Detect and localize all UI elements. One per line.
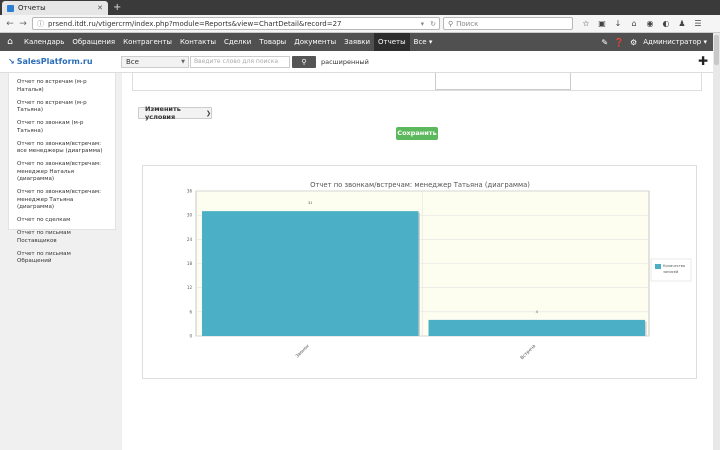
y-tick-label: 6 [189, 309, 192, 314]
global-search-input[interactable]: Введите слово для поиска [190, 56, 290, 68]
back-icon[interactable]: ← [4, 18, 16, 30]
reports-sidebar: Отчет по встречам (м-р Наталья) Отчет по… [8, 73, 116, 264]
page-scrollbar[interactable] [713, 33, 720, 450]
legend-label-line1: Количество [663, 264, 685, 268]
pencil-icon[interactable]: ✎ [601, 38, 608, 47]
menu-products[interactable]: Товары [255, 33, 290, 51]
logo[interactable]: ↘ SalesPlatform.ru [8, 57, 93, 66]
search-icon: ⚲ [301, 58, 307, 66]
browser-toolbar-icons: ☆ ▣ ↓ ⌂ ◉ ◐ ♟ ☰ [580, 18, 704, 30]
url-bar[interactable]: ⓘ prsend.itdt.ru/vtigercrm/index.php?mod… [32, 17, 440, 30]
app-toolbar: ↘ SalesPlatform.ru Все ▼ Введите слово д… [0, 51, 713, 73]
y-tick-label: 36 [187, 189, 193, 194]
search-button[interactable]: ⚲ [292, 56, 316, 68]
chevron-down-icon: ▾ [428, 38, 433, 46]
sidebar-item[interactable]: Отчет по сделкам [9, 215, 115, 227]
menu-tickets[interactable]: Обращения [68, 33, 119, 51]
reload-icon[interactable]: ↻ [430, 20, 436, 28]
user-menu[interactable]: Администратор ▾ [643, 38, 707, 46]
menu-documents[interactable]: Документы [290, 33, 340, 51]
x-category-label: Звонок [295, 343, 311, 359]
close-icon[interactable]: ✕ [97, 4, 103, 12]
browser-tab[interactable]: Отчеты ✕ [2, 1, 108, 15]
menu-contacts[interactable]: Контакты [176, 33, 220, 51]
sidebar-item[interactable]: Отчет по встречам (м-р Наталья) [9, 77, 115, 96]
browser-search-placeholder: Поиск [456, 19, 479, 28]
chevron-right-icon: ❯ [205, 109, 211, 117]
sidebar-item[interactable]: Отчет по письмам Поставщиков [9, 228, 115, 247]
bar-chart: Отчет по звонкам/встречам: менеджер Тать… [187, 181, 692, 361]
scrollbar-thumb[interactable] [714, 35, 719, 65]
module-select[interactable]: Все ▼ [121, 56, 189, 68]
info-icon: ⓘ [37, 19, 44, 28]
bar [202, 211, 419, 336]
data-label: 31 [308, 201, 313, 205]
module-select-value: Все [126, 58, 139, 66]
forward-icon[interactable]: → [17, 18, 29, 30]
advanced-search-link[interactable]: расширенный [321, 58, 369, 66]
change-conditions-button[interactable]: Изменить условия ❯ [138, 105, 212, 121]
menu-right-tools: ✎ ❓ ⚙ Администратор ▾ [601, 33, 713, 51]
sidebar-item[interactable]: Отчет по письмам Обращений [9, 249, 115, 268]
download-icon[interactable]: ↓ [612, 18, 624, 30]
y-tick-label: 12 [187, 285, 193, 290]
chart-panel: Отчет по звонкам/встречам: менеджер Тать… [142, 165, 697, 379]
menu-deals[interactable]: Сделки [220, 33, 255, 51]
x-category-label: Встреча [519, 343, 537, 361]
bookmark-star-icon[interactable]: ☆ [580, 18, 592, 30]
help-icon[interactable]: ❓ [614, 38, 624, 47]
y-tick-label: 0 [189, 334, 192, 339]
url-text: prsend.itdt.ru/vtigercrm/index.php?modul… [48, 19, 342, 28]
dropdown-icon[interactable]: ▾ [421, 20, 425, 28]
gear-icon[interactable]: ⚙ [630, 38, 637, 47]
sidebar-item[interactable]: Отчет по звонкам/встречам: менеджер Ната… [9, 159, 115, 186]
menu-calendar[interactable]: Календарь [20, 33, 68, 51]
main-content: Изменить условия ❯ Сохранить Отчет по зв… [122, 73, 713, 450]
logo-text: SalesPlatform.ru [16, 57, 93, 66]
addon-icon[interactable]: ◐ [660, 18, 672, 30]
menu-leads[interactable]: Заявки [340, 33, 374, 51]
new-tab-icon[interactable]: + [113, 2, 121, 13]
plus-icon[interactable]: ✚ [698, 55, 708, 67]
sidebar-item[interactable]: Отчет по звонкам/встречам: все менеджеры… [9, 139, 115, 158]
y-tick-label: 30 [187, 213, 193, 218]
favicon-icon [7, 4, 14, 12]
profile-icon[interactable]: ♟ [676, 18, 688, 30]
sidebar-item[interactable]: Отчет по встречам (м-р Татьяна) [9, 98, 115, 117]
sidebar-item[interactable]: Отчет по звонкам (м-р Татьяна) [9, 118, 115, 137]
legend-label-line2: записей [663, 270, 679, 274]
save-button[interactable]: Сохранить [396, 127, 438, 140]
y-tick-label: 18 [187, 261, 193, 266]
clipboard-icon[interactable]: ▣ [596, 18, 608, 30]
browser-tab-bar: Отчеты ✕ + [0, 0, 720, 15]
menu-reports[interactable]: Отчеты [374, 33, 410, 51]
chevron-down-icon: ▼ [181, 59, 185, 65]
chevron-down-icon: ▾ [703, 38, 707, 46]
chart-title: Отчет по звонкам/встречам: менеджер Тать… [310, 181, 530, 189]
conditions-panel [132, 73, 702, 91]
legend-swatch [655, 264, 661, 269]
filter-box[interactable] [435, 73, 571, 90]
chart-legend: Количество записей [650, 258, 692, 282]
extension-icon[interactable]: ◉ [644, 18, 656, 30]
menu-icon[interactable]: ☰ [692, 18, 704, 30]
search-icon: ⚲ [448, 19, 454, 28]
bar [428, 319, 645, 336]
logo-mark-icon: ↘ [8, 57, 15, 66]
app-main-menu: ⌂ Календарь Обращения Контрагенты Контак… [0, 33, 713, 51]
browser-nav-bar: ← → ⓘ prsend.itdt.ru/vtigercrm/index.php… [0, 15, 720, 33]
tab-title: Отчеты [18, 4, 46, 12]
home-icon[interactable]: ⌂ [0, 33, 20, 51]
browser-search[interactable]: ⚲ Поиск [443, 17, 573, 30]
home-icon[interactable]: ⌂ [628, 18, 640, 30]
y-tick-label: 24 [187, 237, 193, 242]
sidebar-item[interactable]: Отчет по звонкам/встречам: менеджер Тать… [9, 187, 115, 214]
menu-all[interactable]: Все ▾ [410, 33, 437, 51]
menu-accounts[interactable]: Контрагенты [119, 33, 176, 51]
